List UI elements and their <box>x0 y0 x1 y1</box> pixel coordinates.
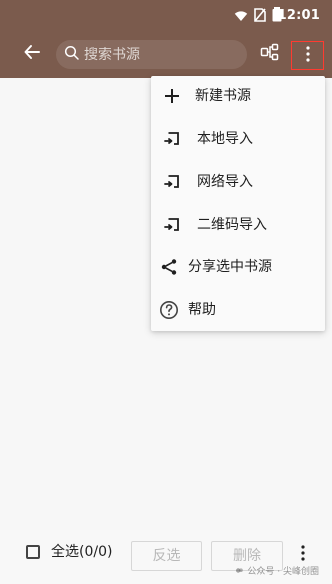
menu-item-network-import[interactable]: 网络导入 <box>151 162 332 202</box>
import-icon <box>161 214 183 236</box>
search-icon <box>64 45 80 65</box>
menu-item-local-import[interactable]: 本地导入 <box>151 119 332 159</box>
menu-item-label: 二维码导入 <box>197 217 267 233</box>
menu-item-label: 新建书源 <box>195 88 251 104</box>
menu-item-help[interactable]: 帮助 <box>151 290 332 330</box>
share-icon <box>158 256 180 278</box>
import-icon <box>161 128 183 150</box>
overflow-menu: 新建书源 本地导入 网络导入 二维码导入 分享选中书源 帮助 <box>151 76 325 331</box>
menu-item-label: 帮助 <box>188 302 216 318</box>
share-tree-button[interactable] <box>259 43 281 65</box>
status-icons <box>234 7 282 26</box>
menu-item-label: 分享选中书源 <box>188 259 272 275</box>
watermark-text: 公众号 · 尖峰创圈 <box>247 567 319 577</box>
no-sim-icon <box>254 7 266 26</box>
select-all-checkbox[interactable] <box>26 545 40 559</box>
wifi-icon <box>234 7 248 26</box>
watermark: 公众号 · 尖峰创圈 <box>235 566 319 578</box>
menu-item-qr-import[interactable]: 二维码导入 <box>151 205 332 245</box>
toolbar <box>0 32 332 78</box>
watermark-icon <box>235 566 244 578</box>
back-arrow-icon <box>23 43 41 65</box>
back-button[interactable] <box>20 42 44 66</box>
status-bar: 12:01 <box>0 0 332 32</box>
menu-item-label: 本地导入 <box>197 131 253 147</box>
more-vert-icon <box>305 45 310 66</box>
screen: 12:01 搜索书源 新建书源 本地导入 网络导入 二维码导入 分享选中书源 帮… <box>0 0 332 584</box>
help-icon <box>158 299 180 321</box>
invert-selection-button[interactable]: 反选 <box>131 541 202 571</box>
bottom-more-button[interactable] <box>294 544 312 566</box>
search-box[interactable] <box>56 40 247 69</box>
more-button[interactable] <box>291 41 324 70</box>
menu-item-share-selected[interactable]: 分享选中书源 <box>151 247 332 287</box>
plus-icon <box>161 85 183 107</box>
import-icon <box>161 171 183 193</box>
menu-item-new-source[interactable]: 新建书源 <box>151 76 332 116</box>
menu-item-label: 网络导入 <box>197 174 253 190</box>
share-tree-icon <box>260 42 280 66</box>
more-vert-icon <box>301 545 305 565</box>
select-all-control[interactable]: 全选(0/0) <box>26 544 112 560</box>
select-all-label: 全选(0/0) <box>51 544 113 560</box>
search-input[interactable] <box>84 46 234 63</box>
status-time: 12:01 <box>277 8 320 23</box>
